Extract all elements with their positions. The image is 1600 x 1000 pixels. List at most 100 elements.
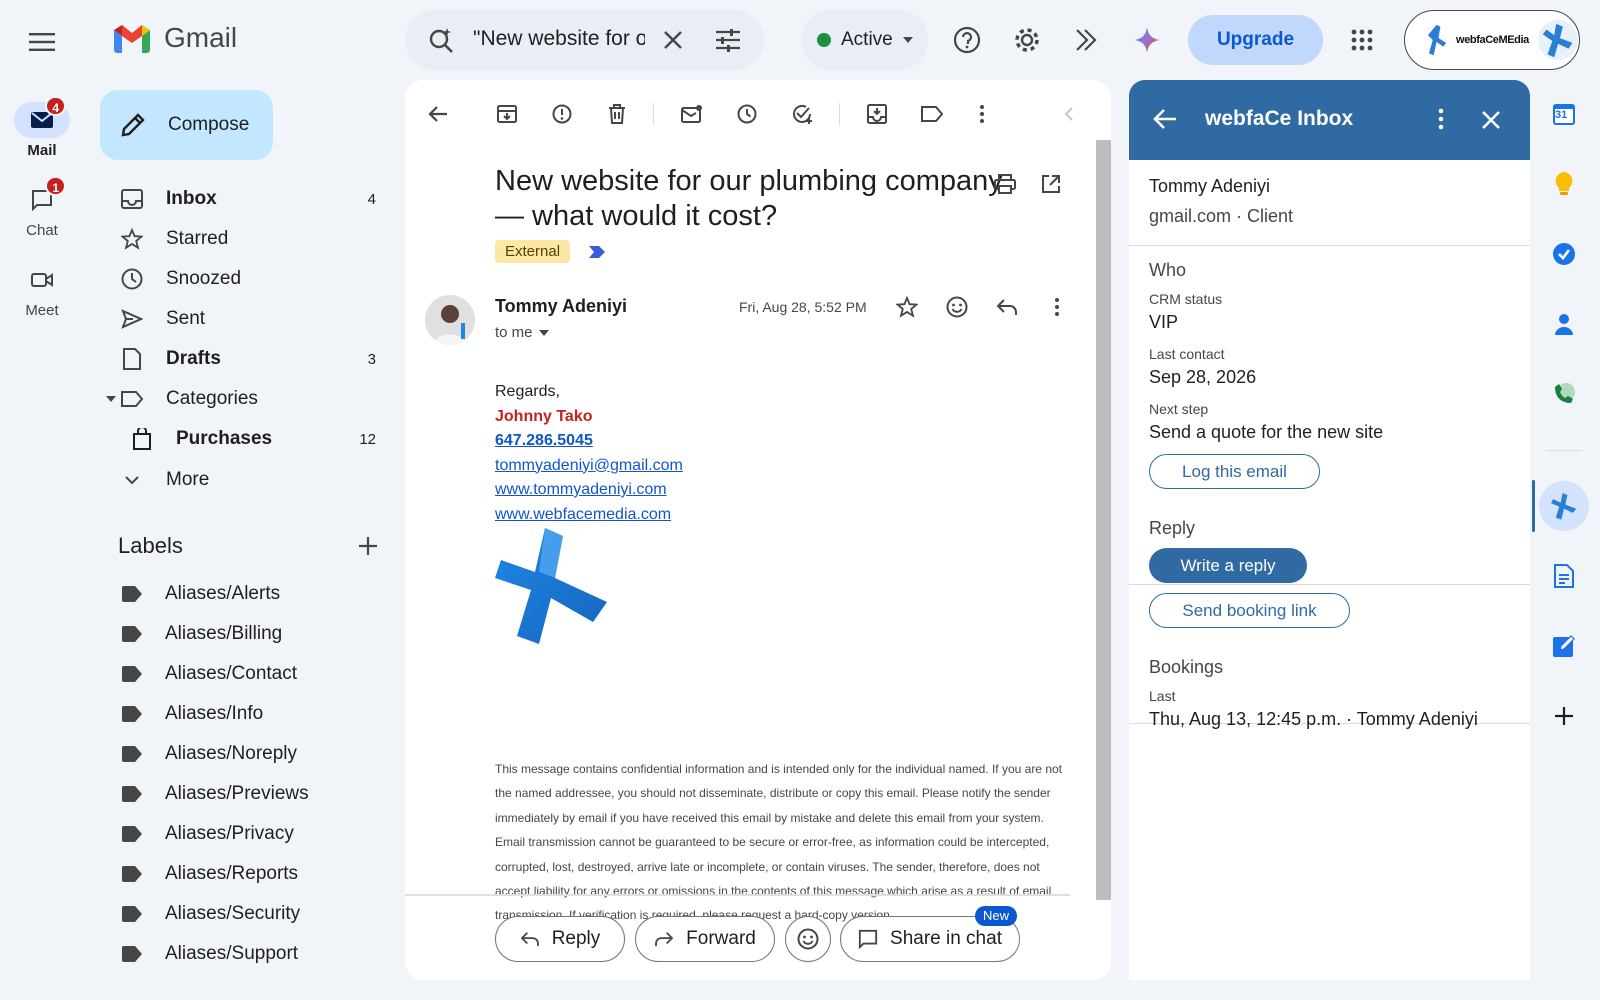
labels-heading: Labels xyxy=(118,533,183,558)
gmail-wordmark: Gmail xyxy=(164,22,238,53)
label-item[interactable]: Aliases/Billing xyxy=(122,616,282,652)
calendar-addon[interactable]: 31 xyxy=(1544,94,1584,134)
calendar-day: 31 xyxy=(1555,109,1568,121)
star-button[interactable] xyxy=(890,290,924,324)
nav-more[interactable]: More xyxy=(100,460,386,500)
close-icon xyxy=(664,31,682,49)
create-label-button[interactable] xyxy=(355,533,381,559)
mark-unread-button[interactable] xyxy=(675,97,709,131)
newer-conversation-button[interactable] xyxy=(1052,97,1086,131)
webface-addon[interactable] xyxy=(1539,481,1589,531)
snooze-button[interactable] xyxy=(730,97,764,131)
nav-sent[interactable]: Sent xyxy=(100,299,386,339)
open-new-window-button[interactable] xyxy=(1034,167,1068,201)
sender-avatar[interactable] xyxy=(425,295,475,345)
caret-down-icon xyxy=(538,329,549,336)
status-selector[interactable]: Active xyxy=(801,10,928,70)
write-reply-button[interactable]: Write a reply xyxy=(1149,548,1307,583)
nav-inbox[interactable]: Inbox 4 xyxy=(100,179,386,219)
nav-categories[interactable]: Categories xyxy=(100,379,386,419)
side-panel-menu-button[interactable] xyxy=(1431,108,1451,132)
search-bar[interactable]: "New website for o xyxy=(405,10,764,70)
reply-button[interactable]: Reply xyxy=(495,916,625,962)
forward-button[interactable]: Forward xyxy=(635,916,775,962)
side-panel-back-button[interactable] xyxy=(1153,108,1179,132)
get-addons-button[interactable] xyxy=(1544,696,1584,736)
search-input[interactable]: "New website for o xyxy=(473,27,645,51)
add-task-button[interactable] xyxy=(785,97,819,131)
send-booking-link-button[interactable]: Send booking link xyxy=(1149,593,1350,628)
delete-button[interactable] xyxy=(600,97,634,131)
label-name: Aliases/Security xyxy=(165,903,301,924)
label-item[interactable]: Aliases/Noreply xyxy=(122,736,297,772)
label-icon xyxy=(921,106,943,122)
email-scrollbar[interactable] xyxy=(1096,140,1111,900)
archive-button[interactable] xyxy=(490,97,524,131)
signature-phone-link[interactable]: 647.286.5045 xyxy=(495,429,683,454)
reply-icon-button[interactable] xyxy=(990,290,1024,324)
emoji-reaction-button[interactable] xyxy=(940,290,974,324)
log-email-button[interactable]: Log this email xyxy=(1149,454,1320,489)
phone-addon[interactable] xyxy=(1544,374,1584,414)
upgrade-button[interactable]: Upgrade xyxy=(1188,15,1323,65)
back-button[interactable] xyxy=(421,97,455,131)
gemini-features-button[interactable] xyxy=(1067,20,1107,60)
docs-addon[interactable] xyxy=(1544,556,1584,596)
nav-inbox-label: Inbox xyxy=(166,188,217,209)
label-item[interactable]: Aliases/Reports xyxy=(122,856,298,892)
phone-icon xyxy=(1555,383,1575,403)
draft-icon xyxy=(123,348,141,370)
print-button[interactable] xyxy=(988,167,1022,201)
more-options-button[interactable] xyxy=(965,97,999,131)
main-menu-button[interactable] xyxy=(22,22,62,62)
rail-meet[interactable]: Meet xyxy=(0,262,84,319)
nav-snoozed[interactable]: Snoozed xyxy=(100,259,386,299)
signature-email-link[interactable]: tommyadeniyi@gmail.com xyxy=(495,454,683,479)
apps-button[interactable] xyxy=(1342,20,1382,60)
move-to-button[interactable] xyxy=(860,97,894,131)
emoji-react-button[interactable] xyxy=(785,916,831,962)
rail-chat[interactable]: 1 Chat xyxy=(0,176,84,239)
label-item[interactable]: Aliases/Previews xyxy=(122,776,309,812)
label-item[interactable]: Aliases/Info xyxy=(122,696,263,732)
search-button[interactable] xyxy=(421,20,461,60)
label-item[interactable]: Aliases/Security xyxy=(122,896,300,932)
signature-website-link[interactable]: www.tommyadeniyi.com xyxy=(495,478,683,503)
recipient-details[interactable]: to me xyxy=(495,324,549,341)
account-switcher[interactable]: webfaCeMEdia xyxy=(1404,10,1580,70)
gmail-logo[interactable]: Gmail xyxy=(112,22,237,54)
edit-note-icon xyxy=(1553,635,1575,657)
webface-side-panel: webfaCe Inbox Tommy Adeniyi gmail.com · … xyxy=(1129,80,1530,980)
signature-regards: Regards, xyxy=(495,383,560,400)
nav-starred[interactable]: Starred xyxy=(100,219,386,259)
importance-marker-icon[interactable] xyxy=(589,246,605,258)
rail-mail[interactable]: 4 Mail xyxy=(0,96,84,159)
label-item[interactable]: Aliases/Alerts xyxy=(122,576,280,612)
star-icon xyxy=(896,296,918,318)
clear-search-button[interactable] xyxy=(653,20,693,60)
message-more-button[interactable] xyxy=(1040,290,1074,324)
brand-wordmark: webfaCeMEdia xyxy=(1456,34,1529,46)
side-panel-close-button[interactable] xyxy=(1481,110,1501,130)
nav-purchases[interactable]: Purchases 12 xyxy=(100,419,386,459)
caret-down-icon xyxy=(902,37,913,43)
sender-name[interactable]: Tommy Adeniyi xyxy=(495,296,627,317)
label-item[interactable]: Aliases/Privacy xyxy=(122,816,294,852)
contacts-addon[interactable] xyxy=(1544,304,1584,344)
compose-button[interactable]: Compose xyxy=(100,90,273,160)
gemini-button[interactable] xyxy=(1127,20,1167,60)
nav-inbox-count: 4 xyxy=(367,190,376,208)
notes-addon[interactable] xyxy=(1544,626,1584,666)
signature-company-link[interactable]: www.webfacemedia.com xyxy=(495,503,683,528)
labels-button[interactable] xyxy=(915,97,949,131)
nav-drafts[interactable]: Drafts 3 xyxy=(100,339,386,379)
label-item[interactable]: Aliases/Support xyxy=(122,936,298,972)
external-label[interactable]: External xyxy=(495,240,571,263)
help-button[interactable] xyxy=(947,20,987,60)
search-options-button[interactable] xyxy=(708,20,748,60)
settings-button[interactable] xyxy=(1007,20,1047,60)
tasks-addon[interactable] xyxy=(1544,234,1584,274)
keep-addon[interactable] xyxy=(1544,164,1584,204)
label-item[interactable]: Aliases/Contact xyxy=(122,656,297,692)
report-spam-button[interactable] xyxy=(545,97,579,131)
